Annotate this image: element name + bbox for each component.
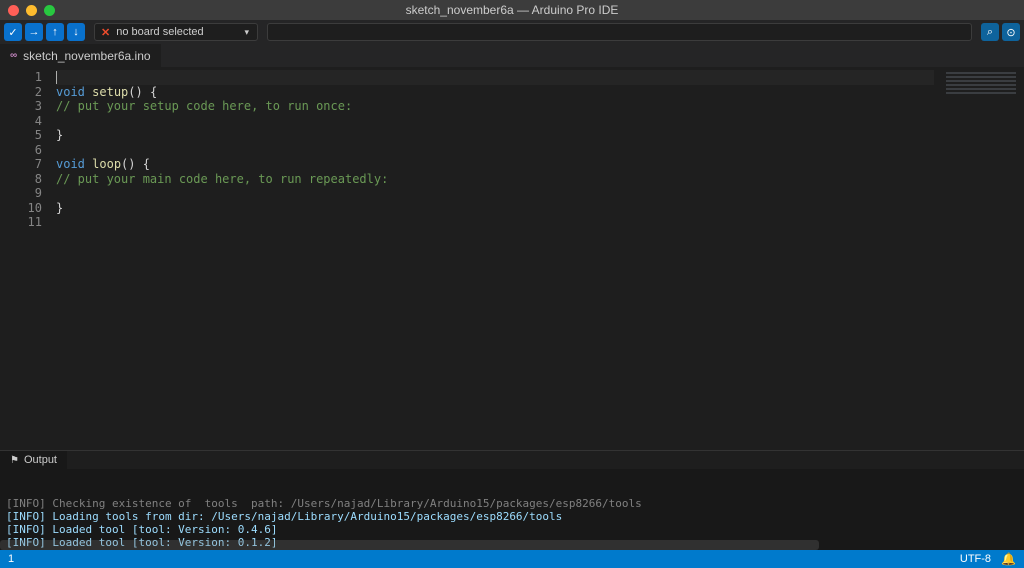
chevron-down-icon: ▾	[244, 27, 249, 38]
toolbar: ✓ → ↑ ↓ ✕ no board selected ▾ ⌕ ⊙	[0, 20, 1024, 44]
save-sketch-button[interactable]: ↓	[67, 23, 85, 41]
bell-icon[interactable]: 🔔	[1001, 552, 1016, 566]
verify-button[interactable]: ✓	[4, 23, 22, 41]
output-tabs: ⚑ Output	[0, 451, 1024, 469]
code-line[interactable]	[56, 70, 1024, 85]
minimize-window-button[interactable]	[26, 5, 37, 16]
serial-monitor-button[interactable]: ⊙	[1002, 23, 1020, 41]
code-line[interactable]	[56, 186, 1024, 201]
line-number: 3	[0, 99, 42, 114]
output-tab-label: Output	[24, 454, 57, 466]
code-line[interactable]	[56, 114, 1024, 129]
code-line[interactable]: }	[56, 201, 1024, 216]
code-line[interactable]: // put your main code here, to run repea…	[56, 172, 1024, 187]
search-icon-button[interactable]: ⌕	[981, 23, 999, 41]
output-line: [INFO] Checking existence of tools path:…	[6, 497, 1018, 510]
line-number: 7	[0, 157, 42, 172]
line-number: 8	[0, 172, 42, 187]
status-encoding[interactable]: UTF-8	[960, 553, 991, 565]
line-number: 6	[0, 143, 42, 158]
minimap[interactable]	[934, 68, 1024, 450]
status-bar: 1 UTF-8 🔔	[0, 550, 1024, 568]
output-body[interactable]: [INFO] Checking existence of tools path:…	[0, 469, 1024, 550]
window-controls	[0, 5, 55, 16]
code-line[interactable]	[56, 215, 1024, 230]
tab-filename: sketch_november6a.ino	[23, 49, 150, 63]
board-warning-icon: ✕	[101, 26, 110, 39]
line-number-gutter: 1234567891011	[0, 68, 56, 450]
status-line-indicator[interactable]: 1	[8, 553, 14, 565]
code-line[interactable]: }	[56, 128, 1024, 143]
titlebar: sketch_november6a — Arduino Pro IDE	[0, 0, 1024, 20]
line-number: 11	[0, 215, 42, 230]
maximize-window-button[interactable]	[44, 5, 55, 16]
close-window-button[interactable]	[8, 5, 19, 16]
code-line[interactable]	[56, 143, 1024, 158]
output-tab[interactable]: ⚑ Output	[0, 451, 68, 469]
line-number: 10	[0, 201, 42, 216]
code-line[interactable]: // put your setup code here, to run once…	[56, 99, 1024, 114]
code-line[interactable]: void loop() {	[56, 157, 1024, 172]
output-line: [INFO] Loading tools from dir: /Users/na…	[6, 510, 1018, 523]
flag-icon: ⚑	[10, 455, 19, 466]
code-line[interactable]: void setup() {	[56, 85, 1024, 100]
line-number: 2	[0, 85, 42, 100]
upload-button[interactable]: →	[25, 23, 43, 41]
search-input[interactable]	[267, 23, 972, 41]
window-title: sketch_november6a — Arduino Pro IDE	[0, 3, 1024, 17]
board-selector[interactable]: ✕ no board selected ▾	[94, 23, 258, 41]
line-number: 1	[0, 70, 42, 85]
line-number: 5	[0, 128, 42, 143]
open-sketch-button[interactable]: ↑	[46, 23, 64, 41]
tab-sketch[interactable]: ∞ sketch_november6a.ino	[0, 44, 162, 67]
output-panel: ⚑ Output [INFO] Checking existence of to…	[0, 450, 1024, 550]
code-area[interactable]: void setup() {// put your setup code her…	[56, 68, 1024, 450]
editor-tabs: ∞ sketch_november6a.ino	[0, 44, 1024, 68]
output-scrollbar[interactable]	[0, 540, 819, 550]
code-editor[interactable]: 1234567891011 void setup() {// put your …	[0, 68, 1024, 450]
board-selector-label: no board selected	[116, 26, 203, 38]
sketch-file-icon: ∞	[10, 50, 17, 61]
line-number: 9	[0, 186, 42, 201]
text-cursor	[56, 71, 57, 84]
line-number: 4	[0, 114, 42, 129]
output-line: [INFO] Loaded tool [tool: Version: 0.4.6…	[6, 523, 1018, 536]
